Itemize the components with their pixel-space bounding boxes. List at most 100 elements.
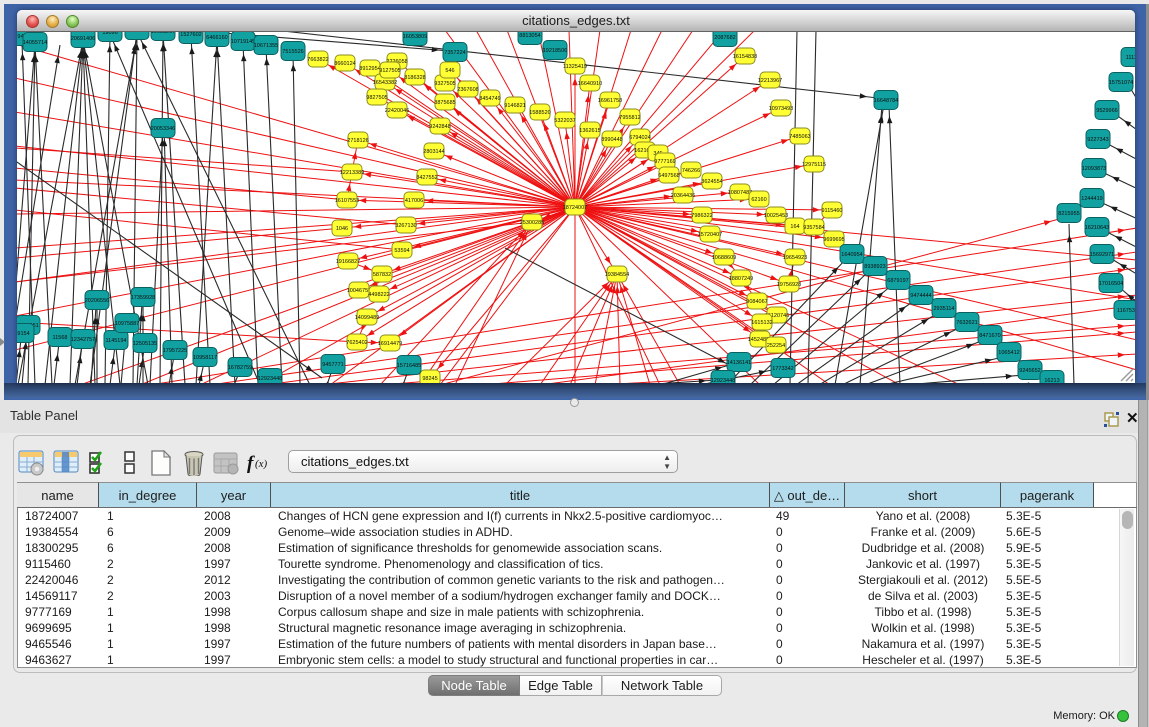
svg-text:9474444: 9474444 <box>910 293 931 299</box>
svg-text:10719145: 10719145 <box>231 39 255 45</box>
svg-text:12213967: 12213967 <box>758 78 782 84</box>
svg-text:2718126: 2718126 <box>347 138 368 144</box>
svg-text:(x): (x) <box>255 458 268 470</box>
svg-text:8938923: 8938923 <box>864 264 885 270</box>
svg-text:11568: 11568 <box>53 335 68 341</box>
svg-text:1362615: 1362615 <box>579 128 600 134</box>
svg-text:7625402: 7625402 <box>346 340 367 346</box>
svg-text:19384554: 19384554 <box>605 272 629 278</box>
svg-text:8454749: 8454749 <box>479 96 500 102</box>
svg-text:1527602: 1527602 <box>180 32 201 38</box>
svg-text:6466160: 6466160 <box>206 35 227 41</box>
svg-text:7663822: 7663822 <box>307 57 328 63</box>
svg-text:16213: 16213 <box>1044 378 1059 383</box>
svg-text:1615132: 1615132 <box>751 320 772 326</box>
svg-text:1065412: 1065412 <box>998 350 1019 356</box>
svg-text:8813054: 8813054 <box>519 33 540 39</box>
svg-text:9457771: 9457771 <box>322 362 343 368</box>
svg-text:9242848: 9242848 <box>429 124 450 130</box>
svg-text:3267130: 3267130 <box>395 223 416 229</box>
svg-text:12923448: 12923448 <box>711 378 735 383</box>
svg-text:6879197: 6879197 <box>887 278 908 284</box>
svg-text:4498222: 4498222 <box>368 292 389 298</box>
svg-text:9529966: 9529966 <box>1096 108 1117 114</box>
svg-text:8186328: 8186328 <box>404 75 425 81</box>
svg-text:19756928: 19756928 <box>777 282 801 288</box>
svg-text:9699695: 9699695 <box>823 237 844 243</box>
svg-text:10653267: 10653267 <box>151 32 175 35</box>
svg-text:20364436: 20364436 <box>671 193 695 199</box>
svg-text:7986322: 7986322 <box>691 213 712 219</box>
svg-text:1640954: 1640954 <box>841 252 862 258</box>
svg-text:16782759: 16782759 <box>228 365 252 371</box>
svg-text:1588520: 1588520 <box>529 110 550 116</box>
svg-text:17957225: 17957225 <box>163 348 187 354</box>
svg-text:8660124: 8660124 <box>334 61 355 67</box>
svg-text:546: 546 <box>445 68 454 74</box>
svg-text:19654923: 19654923 <box>783 255 807 261</box>
svg-text:252254: 252254 <box>767 343 785 349</box>
svg-text:9146821: 9146821 <box>504 103 525 109</box>
svg-text:14055714: 14055714 <box>23 40 47 46</box>
svg-text:2803144: 2803144 <box>423 149 444 155</box>
svg-text:17359928: 17359928 <box>131 295 155 301</box>
svg-text:16914479: 16914479 <box>378 341 402 347</box>
svg-text:18807249: 18807249 <box>729 276 753 282</box>
svg-text:16107553: 16107553 <box>335 198 359 204</box>
svg-text:9827505: 9827505 <box>366 95 387 101</box>
svg-text:12093873: 12093873 <box>1082 166 1106 172</box>
svg-text:9245652: 9245652 <box>1019 368 1040 374</box>
svg-text:7955812: 7955812 <box>619 115 640 121</box>
svg-text:20053346: 20053346 <box>151 126 175 132</box>
svg-text:587832: 587832 <box>373 272 391 278</box>
svg-text:39154: 39154 <box>17 331 30 337</box>
svg-text:16961758: 16961758 <box>598 98 622 104</box>
svg-text:15716485: 15716485 <box>397 363 421 369</box>
svg-text:25300285: 25300285 <box>520 220 544 226</box>
svg-text:9227343: 9227343 <box>1087 137 1108 143</box>
svg-text:8215955: 8215955 <box>1058 211 1079 217</box>
svg-text:7632621: 7632621 <box>956 320 977 326</box>
svg-text:2087682: 2087682 <box>714 35 735 41</box>
svg-text:16640910: 16640910 <box>578 81 602 87</box>
svg-text:15751074: 15751074 <box>1109 80 1133 86</box>
svg-text:62160: 62160 <box>751 197 766 203</box>
svg-text:12923448: 12923448 <box>258 376 282 382</box>
svg-text:9084067: 9084067 <box>746 299 767 305</box>
svg-text:19218506: 19218506 <box>543 48 567 54</box>
svg-text:16543382: 16543382 <box>373 80 397 86</box>
svg-text:12975115: 12975115 <box>802 162 826 168</box>
svg-text:6497568: 6497568 <box>658 173 679 179</box>
svg-text:17016504: 17016504 <box>1099 281 1123 287</box>
svg-text:16053809: 16053809 <box>403 34 427 40</box>
svg-text:1046: 1046 <box>336 226 348 232</box>
svg-text:19096: 19096 <box>102 32 117 36</box>
svg-text:10688609: 10688609 <box>712 255 736 261</box>
svg-text:15720407: 15720407 <box>698 232 722 238</box>
svg-text:8427552: 8427552 <box>416 175 437 181</box>
svg-text:12505135: 12505135 <box>133 341 157 347</box>
svg-text:16154838: 16154838 <box>733 54 757 60</box>
svg-text:417006: 417006 <box>405 198 423 204</box>
svg-text:20206556: 20206556 <box>85 298 109 304</box>
svg-text:164: 164 <box>790 224 799 230</box>
svg-text:20691406: 20691406 <box>71 36 95 42</box>
svg-text:14136141: 14136141 <box>727 360 751 366</box>
svg-text:11126: 11126 <box>1126 55 1135 61</box>
svg-text:9127505: 9127505 <box>379 68 400 74</box>
svg-text:2367608: 2367608 <box>457 87 478 93</box>
svg-text:1145194: 1145194 <box>105 338 126 344</box>
svg-text:12213389: 12213389 <box>340 170 364 176</box>
svg-text:19166827: 19166827 <box>336 259 360 265</box>
svg-text:1244419: 1244419 <box>1081 196 1102 202</box>
svg-text:1773342: 1773342 <box>772 366 793 372</box>
svg-text:9327505: 9327505 <box>434 81 455 87</box>
svg-text:16648784: 16648784 <box>874 98 898 104</box>
svg-text:9115460: 9115460 <box>821 208 842 214</box>
svg-text:14099489: 14099489 <box>355 315 379 321</box>
svg-text:7515526: 7515526 <box>282 49 303 55</box>
svg-text:7485063: 7485063 <box>789 134 810 140</box>
svg-text:9777169: 9777169 <box>654 159 675 165</box>
svg-text:18724007: 18724007 <box>563 205 587 211</box>
svg-text:53594: 53594 <box>394 248 409 254</box>
